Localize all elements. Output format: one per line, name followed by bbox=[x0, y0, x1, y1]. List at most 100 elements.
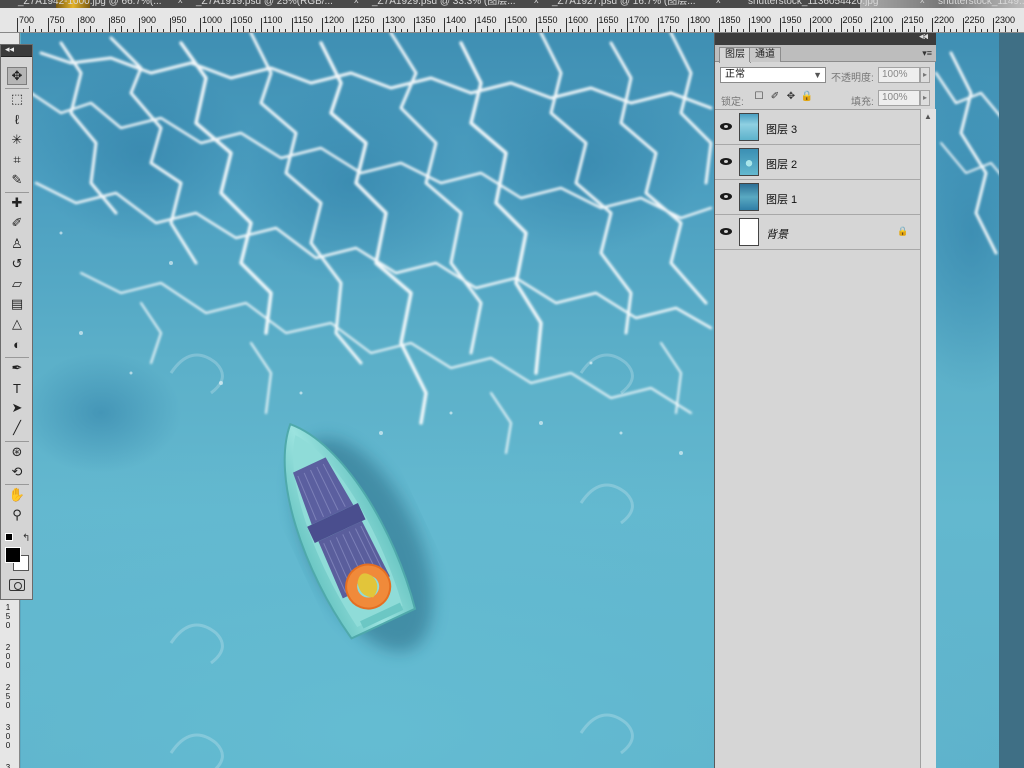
brush-icon: ✐ bbox=[11, 215, 23, 231]
ruler-tick bbox=[78, 18, 79, 32]
layer-row[interactable]: 图层 1 bbox=[715, 180, 920, 215]
ruler-minor-tick bbox=[218, 29, 220, 32]
ruler-minor-tick bbox=[328, 29, 330, 32]
default-colors-icon[interactable] bbox=[5, 533, 13, 541]
blend-mode-value: 正常 bbox=[725, 69, 745, 80]
swap-colors-icon[interactable]: ↰ bbox=[22, 533, 30, 544]
close-icon[interactable]: x bbox=[924, 31, 929, 41]
ruler-minor-tick bbox=[712, 29, 714, 32]
clone-stamp-tool[interactable]: ♙ bbox=[7, 235, 27, 253]
fill-field[interactable]: 100% bbox=[878, 90, 920, 106]
document-tab[interactable]: _Z7A1942-1000.jpg @ 66.7%(... bbox=[14, 0, 162, 8]
tab-layers[interactable]: 图层 bbox=[719, 47, 751, 63]
brush-tool[interactable]: ✐ bbox=[7, 214, 27, 232]
ruler-tick-label: 1900 bbox=[751, 15, 772, 25]
blend-mode-select[interactable]: 正常 ▼ bbox=[720, 67, 826, 83]
eraser-tool[interactable]: ▱ bbox=[7, 275, 27, 293]
panel-menu-icon[interactable]: ▾≡ bbox=[922, 48, 932, 59]
layer-row[interactable]: 图层 2 bbox=[715, 145, 920, 180]
document-tab[interactable]: _Z7A1927.psd @ 16.7% (图层... bbox=[548, 0, 696, 8]
marquee-tool[interactable]: ⬚ bbox=[7, 90, 27, 108]
close-icon[interactable]: x bbox=[534, 0, 539, 5]
ruler-tick-label: 1650 bbox=[598, 15, 619, 25]
visibility-eye-icon[interactable] bbox=[719, 155, 733, 167]
eyedropper-tool[interactable]: ✎ bbox=[7, 171, 27, 189]
panel-header[interactable]: ◂◂ x bbox=[715, 31, 936, 45]
close-icon[interactable]: x bbox=[178, 0, 183, 5]
layer-thumbnail[interactable] bbox=[739, 113, 759, 141]
close-icon[interactable]: x bbox=[354, 0, 359, 5]
line-tool[interactable]: ╱ bbox=[7, 419, 27, 437]
tools-panel-header[interactable]: ◂◂ bbox=[1, 44, 32, 57]
document-tab[interactable]: _Z7A1919.psd @ 25%(RGB/... bbox=[192, 0, 333, 8]
clone-stamp-icon: ♙ bbox=[11, 235, 23, 251]
magic-wand-tool[interactable]: ✳ bbox=[7, 131, 27, 149]
close-icon[interactable]: x bbox=[716, 0, 721, 5]
ruler-tick bbox=[871, 18, 872, 32]
lock-transparent-icon[interactable]: ☐ bbox=[753, 90, 765, 102]
collapse-icon[interactable]: ◂◂ bbox=[5, 44, 14, 55]
ruler-tick-label: 1550 bbox=[537, 15, 558, 25]
ruler-minor-tick bbox=[724, 29, 726, 32]
path-selection-tool[interactable]: ➤ bbox=[7, 399, 27, 417]
ruler-minor-tick bbox=[193, 29, 195, 32]
ruler-tick-label: 2000 bbox=[812, 15, 833, 25]
crop-tool[interactable]: ⌗ bbox=[7, 151, 27, 169]
layer-thumbnail[interactable] bbox=[739, 148, 759, 176]
visibility-eye-icon[interactable] bbox=[719, 120, 733, 132]
ruler-minor-tick bbox=[187, 29, 189, 32]
ruler-minor-tick bbox=[358, 29, 360, 32]
ruler-minor-tick bbox=[450, 29, 452, 32]
ruler-tick bbox=[230, 18, 232, 32]
gradient-tool[interactable]: ▤ bbox=[7, 295, 27, 313]
ruler-tick-label: 1350 bbox=[415, 15, 436, 25]
history-brush-tool[interactable]: ↺ bbox=[7, 255, 27, 273]
scroll-up-icon[interactable]: ▲ bbox=[924, 112, 932, 121]
ruler-minor-tick bbox=[96, 29, 98, 32]
quick-mask-icon[interactable] bbox=[9, 579, 25, 591]
layer-thumbnail[interactable] bbox=[739, 218, 759, 246]
document-tab[interactable]: shutterstock_1136054420.jpg bbox=[744, 0, 878, 8]
hand-tool[interactable]: ✋ bbox=[7, 486, 27, 504]
dodge-tool[interactable]: ◐ bbox=[7, 336, 27, 354]
3d-rotate-tool[interactable]: ⊛ bbox=[7, 443, 27, 461]
ruler-tick-label: 2250 bbox=[964, 15, 985, 25]
ruler-minor-tick bbox=[974, 26, 976, 32]
3d-orbit-tool[interactable]: ⟲ bbox=[7, 463, 27, 481]
lock-all-icon[interactable]: 🔒 bbox=[801, 90, 813, 102]
zoom-tool[interactable]: ⚲ bbox=[7, 506, 27, 524]
ruler-minor-tick bbox=[498, 29, 500, 32]
close-icon[interactable]: x bbox=[920, 0, 925, 5]
layer-row[interactable]: 背景 🔒 bbox=[715, 215, 920, 250]
move-tool[interactable]: ✥ bbox=[7, 67, 27, 85]
type-tool[interactable]: T bbox=[7, 379, 27, 397]
ruler-minor-tick bbox=[956, 29, 958, 32]
visibility-eye-icon[interactable] bbox=[719, 225, 733, 237]
document-tab[interactable]: shutterstock_1149... bbox=[934, 0, 1024, 8]
ruler-minor-tick bbox=[389, 29, 391, 32]
layer-name[interactable]: 图层 2 bbox=[766, 156, 797, 172]
lock-pixels-icon[interactable]: ✐ bbox=[769, 90, 781, 102]
layer-row[interactable]: 图层 3 bbox=[715, 110, 920, 145]
fill-slider-arrow-icon[interactable]: ▸ bbox=[920, 90, 930, 106]
layers-scrollbar[interactable]: ▲ bbox=[920, 109, 936, 768]
lasso-tool[interactable]: ℓ bbox=[7, 110, 27, 128]
layer-name[interactable]: 背景 bbox=[766, 226, 788, 242]
ruler-tick bbox=[383, 18, 384, 32]
horizontal-ruler[interactable]: 700 750 800 850 900 950 1000 1050 1100 1150 1200 12… bbox=[0, 8, 1024, 33]
pen-tool[interactable]: ✒ bbox=[7, 359, 27, 377]
tab-channels[interactable]: 通道 bbox=[749, 47, 781, 62]
blur-tool[interactable]: △ bbox=[7, 315, 27, 333]
lock-position-icon[interactable]: ✥ bbox=[785, 90, 797, 102]
layer-name[interactable]: 图层 3 bbox=[766, 121, 797, 137]
layer-name[interactable]: 图层 1 bbox=[766, 191, 797, 207]
opacity-slider-arrow-icon[interactable]: ▸ bbox=[920, 67, 930, 83]
ruler-tick bbox=[474, 18, 476, 32]
document-tab-strip: _Z7A1942-1000.jpg @ 66.7%(... x _Z7A1919… bbox=[0, 0, 1024, 8]
visibility-eye-icon[interactable] bbox=[719, 190, 733, 202]
layer-thumbnail[interactable] bbox=[739, 183, 759, 211]
healing-brush-tool[interactable]: ✚ bbox=[7, 194, 27, 212]
opacity-field[interactable]: 100% bbox=[878, 67, 920, 83]
document-tab[interactable]: _Z7A1929.psd @ 33.3% (图层... bbox=[368, 0, 516, 8]
foreground-color-swatch[interactable] bbox=[5, 547, 21, 563]
